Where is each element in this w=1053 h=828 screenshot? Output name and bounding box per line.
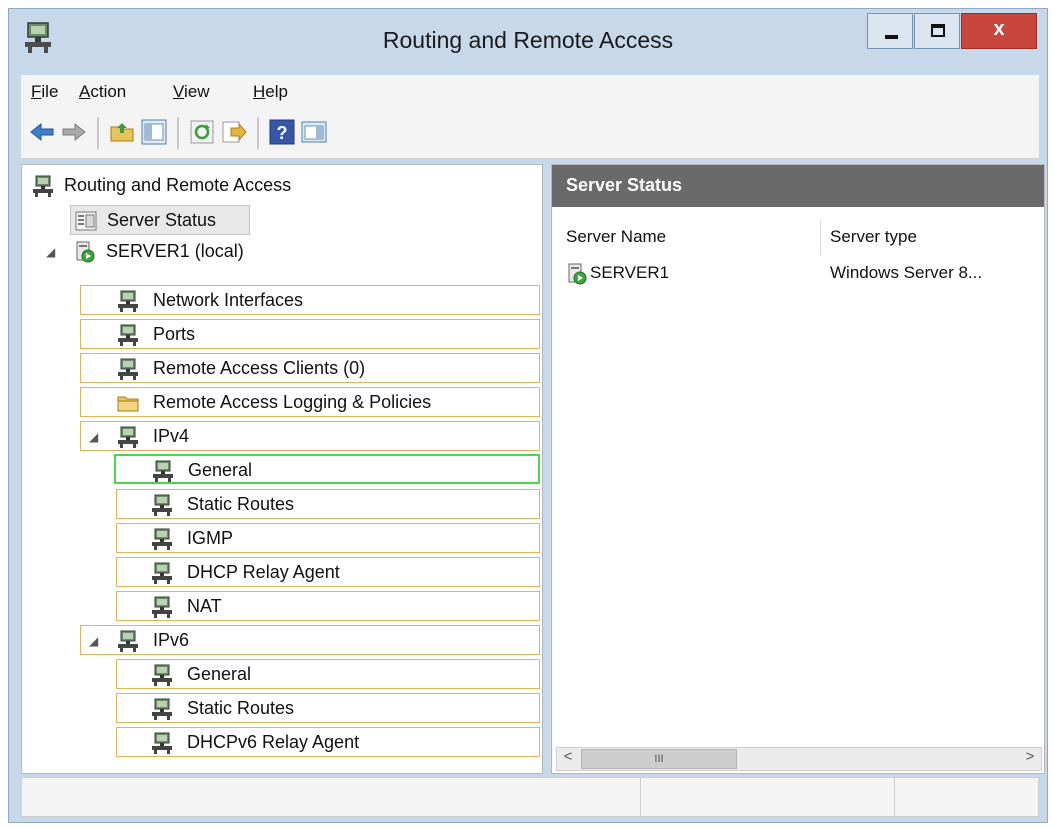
show-hide-action-pane-icon[interactable] bbox=[301, 119, 327, 145]
toolbar-separator bbox=[97, 117, 99, 149]
close-button[interactable]: x bbox=[961, 13, 1037, 49]
column-divider[interactable] bbox=[820, 219, 821, 255]
menu-file[interactable]: File bbox=[31, 82, 58, 102]
server-running-icon bbox=[76, 241, 95, 263]
scroll-right-icon[interactable]: > bbox=[1019, 748, 1041, 770]
routing-node-icon bbox=[152, 528, 172, 550]
tree-item-ports[interactable]: Ports bbox=[80, 319, 540, 349]
up-folder-icon[interactable] bbox=[109, 119, 135, 145]
routing-node-icon bbox=[153, 460, 173, 482]
maximize-icon bbox=[931, 24, 945, 37]
server-status-icon bbox=[75, 211, 97, 231]
tree-item-ipv4-igmp[interactable]: IGMP bbox=[116, 523, 540, 553]
collapse-arrow-icon[interactable]: ◢ bbox=[46, 245, 55, 259]
folder-icon bbox=[117, 396, 139, 412]
show-hide-console-tree-icon[interactable] bbox=[141, 119, 167, 145]
tree-item-server1[interactable]: ◢ SERVER1 (local) bbox=[42, 237, 342, 267]
routing-node-icon bbox=[118, 358, 138, 380]
tree-item-ipv6[interactable]: ◢ IPv6 bbox=[80, 625, 540, 655]
tree-item-ipv6-static-routes[interactable]: Static Routes bbox=[116, 693, 540, 723]
minimize-button[interactable] bbox=[867, 13, 913, 49]
tree-item-ipv4-general[interactable]: General bbox=[114, 454, 540, 484]
routing-node-icon bbox=[118, 630, 138, 652]
tree-item-network-interfaces[interactable]: Network Interfaces bbox=[80, 285, 540, 315]
scroll-left-icon[interactable]: < bbox=[557, 748, 579, 770]
results-pane: Server Status Server Name Server type SE… bbox=[551, 164, 1045, 774]
tree-item-ipv4-dhcp-relay-agent[interactable]: DHCP Relay Agent bbox=[116, 557, 540, 587]
forward-arrow-icon[interactable] bbox=[61, 119, 87, 145]
toolbar-separator bbox=[257, 117, 259, 149]
server-name-cell[interactable]: SERVER1 bbox=[590, 263, 669, 283]
tree-item-ipv6-dhcpv6-relay-agent[interactable]: DHCPv6 Relay Agent bbox=[116, 727, 540, 757]
routing-node-icon bbox=[118, 290, 138, 312]
routing-node-icon bbox=[152, 732, 172, 754]
collapse-arrow-icon[interactable]: ◢ bbox=[89, 634, 98, 648]
back-arrow-icon[interactable] bbox=[29, 119, 55, 145]
tree-item-root[interactable]: Routing and Remote Access bbox=[28, 171, 428, 201]
refresh-icon[interactable] bbox=[189, 119, 215, 145]
horizontal-scrollbar[interactable]: < III > bbox=[556, 747, 1042, 771]
tree-item-ipv4[interactable]: ◢ IPv4 bbox=[80, 421, 540, 451]
toolbar-separator bbox=[177, 117, 179, 149]
scroll-thumb[interactable]: III bbox=[581, 749, 737, 769]
routing-node-icon bbox=[33, 175, 53, 197]
routing-node-icon bbox=[152, 562, 172, 584]
tree-item-remote-access-logging[interactable]: Remote Access Logging & Policies bbox=[80, 387, 540, 417]
help-icon[interactable]: ? bbox=[269, 119, 295, 145]
minimize-icon bbox=[885, 35, 898, 39]
menu-bar: File Action View Help bbox=[21, 75, 1039, 109]
routing-node-icon bbox=[152, 596, 172, 618]
collapse-arrow-icon[interactable]: ◢ bbox=[89, 430, 98, 444]
tree-item-ipv6-general[interactable]: General bbox=[116, 659, 540, 689]
results-pane-header: Server Status bbox=[552, 165, 1044, 207]
tree-item-server-status[interactable]: Server Status bbox=[70, 205, 250, 235]
server-type-cell: Windows Server 8... bbox=[830, 263, 983, 282]
column-header-server-name[interactable]: Server Name bbox=[566, 227, 666, 247]
routing-node-icon bbox=[152, 698, 172, 720]
close-icon: x bbox=[993, 18, 1005, 40]
column-header-server-type[interactable]: Server type bbox=[830, 227, 917, 247]
title-bar[interactable]: Routing and Remote Access x bbox=[9, 9, 1047, 73]
menu-action[interactable]: Action bbox=[79, 82, 126, 102]
routing-node-icon bbox=[152, 664, 172, 686]
mmc-window: Routing and Remote Access x File Action … bbox=[8, 8, 1048, 823]
routing-node-icon bbox=[118, 324, 138, 346]
tree-item-ipv4-nat[interactable]: NAT bbox=[116, 591, 540, 621]
maximize-button[interactable] bbox=[914, 13, 960, 49]
tree-item-ipv4-static-routes[interactable]: Static Routes bbox=[116, 489, 540, 519]
server-running-icon bbox=[568, 263, 587, 285]
routing-node-icon bbox=[152, 494, 172, 516]
console-tree[interactable]: Routing and Remote Access Server Status … bbox=[21, 164, 543, 774]
export-list-icon[interactable] bbox=[221, 119, 247, 145]
routing-node-icon bbox=[118, 426, 138, 448]
menu-view[interactable]: View bbox=[173, 82, 210, 102]
status-bar bbox=[21, 777, 1039, 817]
status-bar-divider bbox=[894, 778, 895, 816]
tree-item-remote-access-clients[interactable]: Remote Access Clients (0) bbox=[80, 353, 540, 383]
menu-help[interactable]: Help bbox=[253, 82, 288, 102]
status-bar-divider bbox=[640, 778, 641, 816]
svg-text:?: ? bbox=[277, 123, 288, 143]
toolbar: ? bbox=[21, 109, 1039, 159]
